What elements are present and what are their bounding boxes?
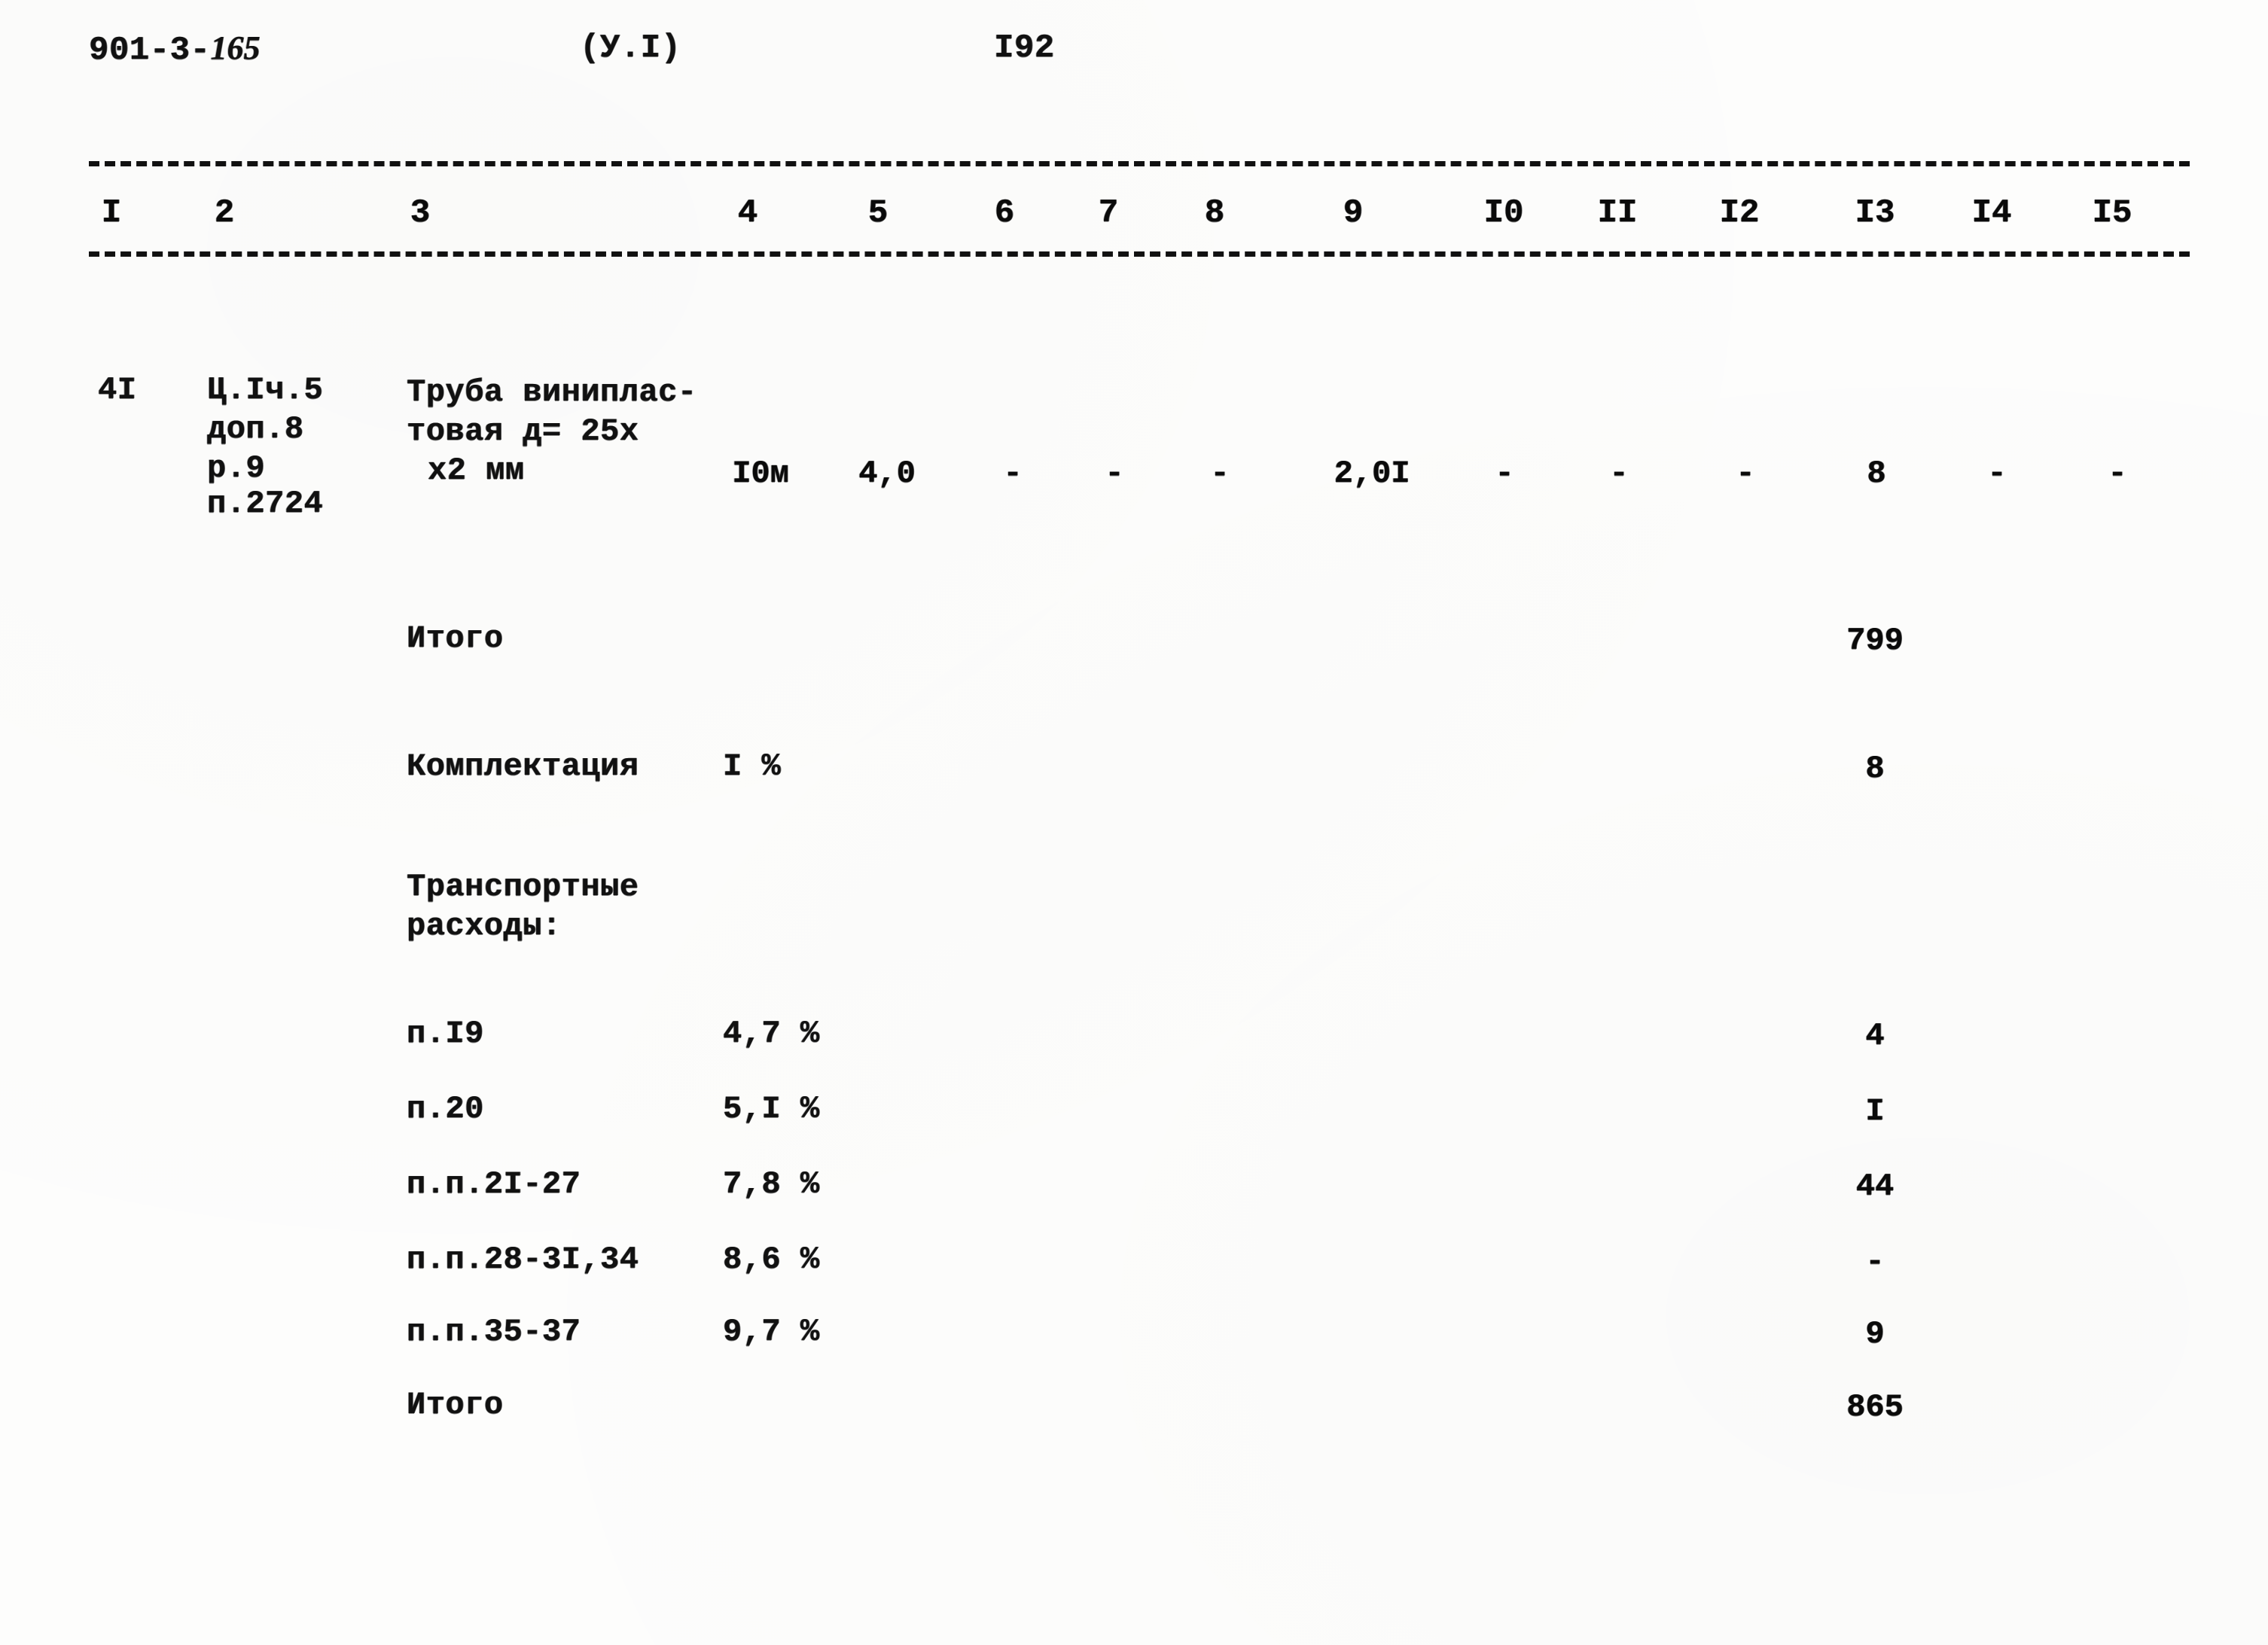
transport-item-percent-1: 4,7 % — [723, 1016, 820, 1052]
transport-heading-line-2: расходы: — [407, 908, 562, 944]
completion-label: Комплектация — [407, 748, 639, 784]
transport-heading-line-1: Транспортные — [407, 869, 639, 905]
column-number-11: II — [1597, 194, 1638, 232]
transport-item-value-1: 4 — [1865, 1018, 1885, 1054]
table-rule-top — [89, 161, 2190, 166]
column-number-13: I3 — [1855, 194, 1895, 232]
column-number-1: I — [101, 194, 122, 232]
row-col-6: - — [1003, 455, 1023, 492]
column-number-6: 6 — [994, 194, 1015, 232]
transport-item-value-3: 44 — [1855, 1168, 1895, 1205]
row-code-line-3: р.9 — [207, 450, 266, 486]
subtotal-value: 799 — [1846, 623, 1904, 659]
transport-item-label-3: п.п.2I-27 — [407, 1166, 581, 1202]
transport-item-percent-5: 9,7 % — [723, 1314, 820, 1350]
transport-item-value-2: I — [1865, 1093, 1885, 1129]
column-number-8: 8 — [1204, 194, 1225, 232]
row-description-line-1: Труба виниплас- — [407, 374, 697, 410]
transport-item-label-4: п.п.28-3I,34 — [407, 1241, 639, 1278]
document-number-handwritten: 165 — [210, 29, 261, 66]
column-number-4: 4 — [737, 194, 758, 232]
row-col-5: 4,0 — [858, 455, 916, 492]
transport-item-label-2: п.20 — [407, 1091, 484, 1127]
row-unit: I0м — [732, 455, 789, 492]
transport-item-label-1: п.I9 — [407, 1016, 484, 1052]
row-col-7: - — [1105, 455, 1124, 492]
row-col-12: - — [1736, 455, 1755, 492]
document-number: 901-3-165 — [89, 29, 261, 69]
row-col-9: 2,0I — [1334, 455, 1410, 492]
row-code-line-2: доп.8 — [207, 411, 304, 447]
completion-value: 8 — [1865, 751, 1885, 787]
column-number-14: I4 — [1971, 194, 2012, 232]
transport-item-value-4: - — [1865, 1244, 1885, 1280]
transport-item-percent-3: 7,8 % — [723, 1166, 820, 1202]
column-number-3: 3 — [410, 194, 431, 232]
row-col-10: - — [1495, 455, 1514, 492]
column-number-9: 9 — [1343, 194, 1364, 232]
paper-grain-overlay — [0, 0, 2268, 1645]
completion-percent: I % — [723, 748, 782, 784]
row-code-line-4: п.2724 — [207, 486, 324, 522]
transport-item-label-5: п.п.35-37 — [407, 1314, 581, 1350]
row-col-13: 8 — [1867, 455, 1886, 492]
document-number-prefix: 901-3- — [89, 32, 211, 69]
series-label: (У.I) — [580, 29, 681, 67]
transport-item-percent-4: 8,6 % — [723, 1241, 820, 1278]
row-col-15: - — [2108, 455, 2127, 492]
transport-item-value-5: 9 — [1865, 1316, 1885, 1352]
table-rule-bottom — [89, 251, 2190, 257]
row-description-line-2: товая д= 25х — [407, 413, 639, 449]
column-number-10: I0 — [1483, 194, 1524, 232]
row-col-8: - — [1210, 455, 1230, 492]
total-value: 865 — [1846, 1389, 1904, 1425]
document-page: 901-3-165 (У.I) I92 I 2 3 4 5 6 7 8 9 I0… — [0, 0, 2268, 1645]
column-number-2: 2 — [214, 194, 235, 232]
transport-item-percent-2: 5,I % — [723, 1091, 820, 1127]
subtotal-label: Итого — [407, 620, 504, 656]
column-number-15: I5 — [2092, 194, 2132, 232]
column-number-5: 5 — [867, 194, 889, 232]
row-col-11: - — [1609, 455, 1629, 492]
total-label: Итого — [407, 1387, 504, 1423]
row-index: 4I — [98, 372, 137, 408]
column-number-7: 7 — [1098, 194, 1119, 232]
row-code-line-1: Ц.Iч.5 — [207, 372, 324, 408]
row-description-line-3: х2 мм — [428, 452, 525, 489]
column-number-12: I2 — [1719, 194, 1760, 232]
page-number: I92 — [994, 29, 1055, 67]
row-col-14: - — [1987, 455, 2007, 492]
